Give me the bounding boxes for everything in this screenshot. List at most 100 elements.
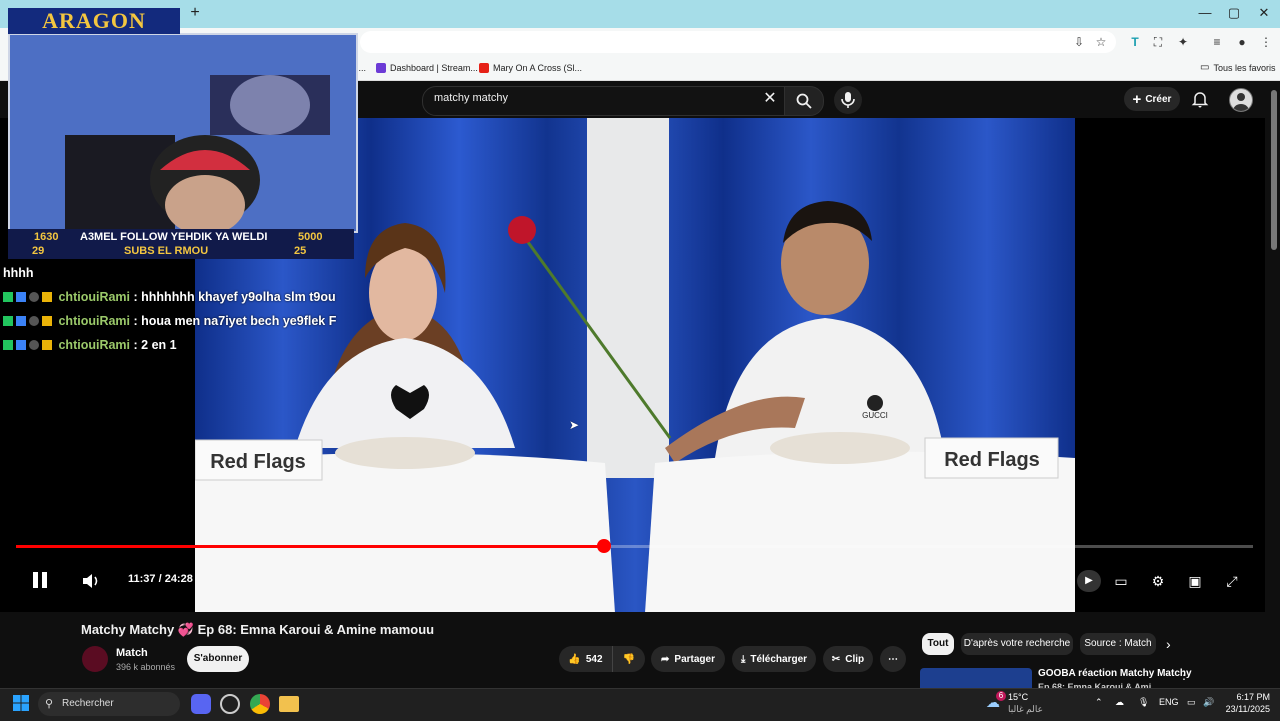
chat-username: chtiouiRami	[58, 338, 131, 352]
voice-search-button[interactable]	[834, 86, 862, 114]
subscriber-count: 396 k abonnés	[116, 662, 176, 672]
chrome-icon[interactable]	[250, 694, 270, 714]
maximize-button[interactable]: ▢	[1219, 4, 1249, 22]
channel-avatar[interactable]	[82, 646, 108, 672]
discord-icon[interactable]	[191, 694, 211, 714]
search-button[interactable]	[784, 86, 824, 116]
search-icon: ⚲	[45, 698, 54, 710]
profile-icon[interactable]: ●	[1233, 33, 1251, 51]
clock-date[interactable]: 23/11/2025	[1222, 704, 1270, 714]
video-title-suffix: Ep 68: Emna Karoui & Amine mamouu	[197, 622, 435, 637]
dislike-button[interactable]: 👎	[612, 646, 645, 672]
folder-icon: ▭	[1200, 62, 1210, 73]
related-video-title[interactable]: GOOBA réaction Matchy Matchy	[1038, 668, 1192, 679]
volume-button[interactable]	[80, 570, 102, 592]
chat-badge-icon	[3, 292, 13, 302]
account-avatar[interactable]	[1229, 88, 1253, 112]
settings-gear-icon[interactable]: ⚙	[1147, 570, 1169, 592]
chat-badge-icon	[3, 340, 13, 350]
shirt-logo-text: GUCCI	[862, 411, 888, 420]
follower-goal: 5000	[298, 231, 323, 243]
download-button[interactable]: ⤓ Télécharger	[732, 646, 816, 672]
chat-message: hhhh	[3, 266, 34, 280]
bookmark-label: Mary On A Cross (Sl...	[493, 63, 583, 73]
overlay-brand-title: ARAGON	[8, 8, 180, 34]
channel-name[interactable]: Match	[116, 647, 148, 659]
chat-badge-icon	[29, 292, 39, 302]
pause-icon	[33, 572, 47, 588]
media-controls-icon[interactable]: ≡	[1208, 33, 1226, 51]
related-video-menu-icon[interactable]: ⋮	[1178, 668, 1190, 682]
notification-badge: 6	[996, 691, 1006, 701]
pause-button[interactable]	[30, 570, 50, 590]
minimize-button[interactable]: —	[1190, 4, 1220, 22]
more-actions-button[interactable]: ⋯	[880, 646, 906, 672]
scissors-icon: ✂	[831, 653, 841, 665]
bookmark-star-icon[interactable]: ☆	[1092, 33, 1110, 51]
like-count: 542	[585, 653, 603, 665]
time-display: 11:37 / 24:28	[128, 573, 193, 585]
chat-text: : 2 en 1	[133, 338, 177, 352]
clip-button[interactable]: ✂ Clip	[823, 646, 873, 672]
tray-overflow-icon[interactable]: ⌃	[1095, 697, 1103, 708]
related-video-thumbnail[interactable]	[920, 668, 1032, 688]
player-letterbox-right	[1075, 118, 1265, 612]
all-favorites-folder[interactable]: ▭ Tous les favoris	[1200, 60, 1275, 76]
screenshot-extension-icon[interactable]: ⛶	[1149, 33, 1167, 51]
streamer-webcam	[8, 33, 358, 233]
notifications-bell-icon[interactable]	[1190, 89, 1210, 109]
bookmark-item-mary-on-a-cross[interactable]: Mary On A Cross (Sl...	[479, 60, 582, 76]
mouse-cursor-icon: ➤	[569, 418, 580, 432]
microphone-tray-icon[interactable]: 🎙	[1138, 697, 1149, 708]
file-explorer-icon[interactable]	[279, 696, 299, 712]
progress-scrubber-handle[interactable]	[596, 539, 611, 553]
ticker-message-follow: A3MEL FOLLOW YEHDIK YA WELDI	[80, 231, 268, 243]
chat-text: : hhhhhhh khayef y9olha slm t9ou	[133, 290, 336, 304]
chat-badge-icon	[29, 316, 39, 326]
clock-time[interactable]: 6:17 PM	[1226, 692, 1270, 702]
chip-all[interactable]: Tout	[922, 633, 954, 655]
chevron-right-icon[interactable]: ›	[1166, 636, 1171, 652]
thumbs-up-icon: 👍	[568, 653, 581, 665]
red-flags-sign-right: Red Flags	[944, 449, 1040, 471]
share-button[interactable]: ➦ Partager	[651, 646, 725, 672]
network-icon[interactable]: ▭	[1187, 697, 1196, 708]
fullscreen-icon[interactable]: ⤢	[1221, 570, 1243, 592]
microphone-icon	[841, 92, 855, 108]
search-icon	[796, 93, 812, 109]
more-icon: ⋯	[888, 653, 898, 665]
video-title: Matchy Matchy 💞 Ep 68: Emna Karoui & Ami…	[81, 622, 434, 638]
bookmark-item-dashboard[interactable]: Dashboard | Stream...	[376, 60, 478, 76]
sub-goal: 25	[294, 245, 307, 257]
theater-mode-icon[interactable]: ▣	[1184, 570, 1206, 592]
subscribe-button[interactable]: S'abonner	[187, 646, 249, 672]
youtube-icon	[479, 63, 489, 73]
volume-tray-icon[interactable]: 🔊	[1203, 697, 1214, 708]
chip-source-match[interactable]: Source : Match	[1080, 633, 1156, 655]
chip-from-your-search[interactable]: D'après votre recherche	[961, 633, 1073, 655]
red-flags-sign-left: Red Flags	[210, 451, 306, 473]
bookmark-label: Tous les favoris	[1213, 63, 1276, 73]
install-app-icon[interactable]: ⇩	[1070, 33, 1088, 51]
new-tab-button[interactable]: +	[188, 4, 202, 22]
obs-icon[interactable]	[220, 694, 240, 714]
extension-icon[interactable]: T	[1126, 33, 1144, 51]
address-bar[interactable]	[360, 31, 1116, 53]
create-button[interactable]: + Créer	[1124, 87, 1180, 111]
create-label: Créer	[1145, 93, 1172, 105]
taskbar-search-placeholder: Rechercher	[62, 698, 114, 709]
chat-username: chtiouiRami	[58, 290, 131, 304]
browser-menu-icon[interactable]: ⋮	[1257, 33, 1275, 51]
overlay-ticker: 1630 A3MEL FOLLOW YEHDIK YA WELDI 5000 2…	[8, 229, 354, 259]
windows-start-icon[interactable]	[12, 694, 32, 714]
onedrive-icon[interactable]: ☁	[1115, 697, 1124, 708]
autoplay-toggle[interactable]: ▶	[1077, 570, 1101, 592]
share-label: Partager	[674, 653, 715, 665]
close-window-button[interactable]: ✕	[1249, 4, 1279, 22]
clear-search-icon[interactable]: ✕	[760, 89, 780, 109]
like-button[interactable]: 👍 542	[559, 646, 612, 672]
subtitles-icon[interactable]: ▭	[1110, 570, 1132, 592]
extensions-puzzle-icon[interactable]: ✦	[1174, 33, 1192, 51]
scrollbar-thumb[interactable]	[1271, 90, 1277, 250]
language-indicator[interactable]: ENG	[1159, 697, 1179, 707]
